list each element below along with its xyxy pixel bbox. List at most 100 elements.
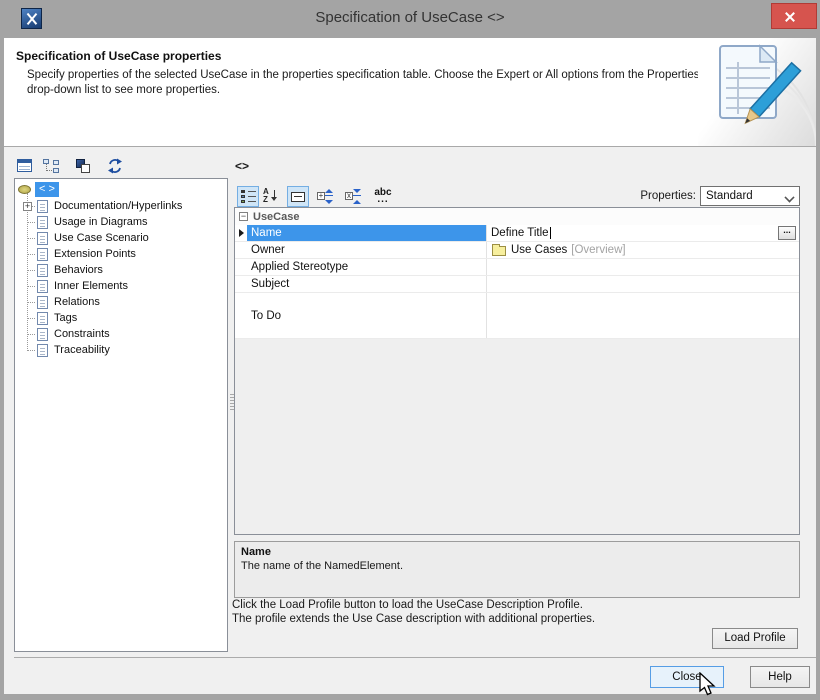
document-icon bbox=[37, 328, 48, 341]
property-value-owner[interactable]: Use Cases [Overview] bbox=[486, 242, 799, 258]
categorized-view-button[interactable] bbox=[237, 186, 259, 207]
refresh-button[interactable] bbox=[105, 156, 127, 177]
properties-label: Properties: bbox=[564, 190, 696, 202]
tree-item-label: Extension Points bbox=[54, 248, 136, 260]
properties-table: − UseCase Name Define Title ... Owner Us… bbox=[234, 207, 800, 535]
tree-item-relations[interactable]: Relations bbox=[15, 294, 227, 310]
expand-nodes-button[interactable]: + bbox=[315, 186, 337, 207]
property-label[interactable]: Subject bbox=[247, 276, 486, 292]
row-marker bbox=[235, 242, 247, 258]
dialog-content: Specification of UseCase properties Spec… bbox=[4, 38, 816, 694]
property-row-owner[interactable]: Owner Use Cases [Overview] bbox=[235, 242, 799, 259]
tree-view-icon bbox=[43, 159, 59, 173]
property-label[interactable]: To Do bbox=[247, 293, 486, 338]
clone-window-icon bbox=[75, 159, 91, 174]
owner-value-text: Use Cases bbox=[511, 244, 567, 256]
property-value-subject[interactable] bbox=[486, 276, 799, 292]
tree-view-button[interactable] bbox=[40, 156, 62, 177]
row-marker bbox=[235, 259, 247, 275]
show-full-values-button[interactable]: abc... bbox=[371, 186, 395, 207]
tree-root-item[interactable]: < > bbox=[18, 182, 59, 197]
show-description-button[interactable] bbox=[287, 186, 309, 207]
row-marker bbox=[235, 225, 247, 241]
document-icon bbox=[37, 248, 48, 261]
property-label[interactable]: Owner bbox=[247, 242, 486, 258]
collapse-nodes-button[interactable]: x bbox=[343, 186, 365, 207]
show-description-icon bbox=[291, 192, 305, 202]
help-button[interactable]: Help bbox=[750, 666, 810, 688]
tree-item-constraints[interactable]: Constraints bbox=[15, 326, 227, 342]
row-marker bbox=[235, 276, 247, 292]
chevron-down-icon bbox=[781, 187, 799, 205]
document-pencil-icon bbox=[698, 38, 816, 146]
clone-window-button[interactable] bbox=[73, 156, 95, 177]
row-marker bbox=[235, 293, 247, 338]
name-value-text[interactable]: Define Title bbox=[491, 227, 549, 239]
property-row-to-do[interactable]: To Do bbox=[235, 293, 799, 339]
open-editor-button[interactable]: ... bbox=[778, 226, 796, 240]
table-view-button[interactable] bbox=[14, 156, 36, 177]
tree-item-inner-elements[interactable]: Inner Elements bbox=[15, 278, 227, 294]
tree-item-documentation[interactable]: + Documentation/Hyperlinks bbox=[15, 198, 227, 214]
specification-tree[interactable]: < > + Documentation/Hyperlinks Usage in … bbox=[14, 178, 228, 652]
folder-icon bbox=[492, 246, 506, 256]
owner-value-suffix: [Overview] bbox=[571, 244, 625, 256]
table-view-icon bbox=[17, 159, 32, 172]
alphabetical-sort-button[interactable]: AZ bbox=[261, 186, 283, 207]
header-description-line2: drop-down list to see more properties. bbox=[27, 84, 220, 96]
property-value-name[interactable]: Define Title ... bbox=[486, 225, 799, 241]
tree-item-label: Use Case Scenario bbox=[54, 232, 149, 244]
alphabetical-sort-icon: AZ bbox=[263, 188, 279, 203]
collapse-group-icon[interactable]: − bbox=[239, 212, 248, 221]
tree-items: + Documentation/Hyperlinks Usage in Diag… bbox=[15, 198, 227, 358]
tree-item-traceability[interactable]: Traceability bbox=[15, 342, 227, 358]
tree-item-label: Constraints bbox=[54, 328, 110, 340]
expand-icon[interactable]: + bbox=[23, 202, 32, 211]
tree-root-label: < > bbox=[35, 182, 59, 197]
tree-item-label: Inner Elements bbox=[54, 280, 128, 292]
expand-nodes-icon: + bbox=[317, 189, 335, 204]
tree-item-behaviors[interactable]: Behaviors bbox=[15, 262, 227, 278]
header-description-line1: Specify properties of the selected UseCa… bbox=[27, 69, 699, 81]
property-value-applied-stereotype[interactable] bbox=[486, 259, 799, 275]
selected-element-label: <> bbox=[235, 159, 249, 173]
document-icon bbox=[37, 216, 48, 229]
property-label[interactable]: Applied Stereotype bbox=[247, 259, 486, 275]
property-row-subject[interactable]: Subject bbox=[235, 276, 799, 293]
tree-item-label: Behaviors bbox=[54, 264, 103, 276]
tree-item-label: Tags bbox=[54, 312, 77, 324]
window-close-button[interactable] bbox=[771, 3, 817, 29]
load-profile-button[interactable]: Load Profile bbox=[712, 628, 798, 649]
property-description-panel: Name The name of the NamedElement. bbox=[234, 541, 800, 598]
titlebar[interactable]: Specification of UseCase <> bbox=[0, 0, 820, 38]
categorized-view-icon bbox=[241, 190, 256, 203]
property-row-applied-stereotype[interactable]: Applied Stereotype bbox=[235, 259, 799, 276]
document-icon bbox=[37, 296, 48, 309]
property-group-header[interactable]: − UseCase bbox=[235, 208, 799, 225]
properties-mode-select[interactable]: Standard bbox=[700, 186, 800, 206]
tree-item-use-case-scenario[interactable]: Use Case Scenario bbox=[15, 230, 227, 246]
header-artwork bbox=[698, 38, 816, 146]
tree-item-usage-in-diagrams[interactable]: Usage in Diagrams bbox=[15, 214, 227, 230]
collapse-nodes-icon: x bbox=[345, 189, 363, 204]
mouse-cursor bbox=[696, 672, 716, 698]
document-icon bbox=[37, 232, 48, 245]
load-profile-hint-line2: The profile extends the Use Case descrip… bbox=[232, 613, 595, 625]
property-description-title: Name bbox=[241, 546, 793, 558]
refresh-icon bbox=[107, 158, 123, 174]
specification-dialog: Specification of UseCase <> Specificatio… bbox=[0, 0, 820, 700]
load-profile-hint-line1: Click the Load Profile button to load th… bbox=[232, 599, 583, 611]
show-full-values-icon: abc... bbox=[373, 188, 393, 204]
document-icon bbox=[37, 344, 48, 357]
tree-item-label: Relations bbox=[54, 296, 100, 308]
document-icon bbox=[37, 280, 48, 293]
property-value-to-do[interactable] bbox=[486, 293, 799, 338]
property-row-name[interactable]: Name Define Title ... bbox=[235, 225, 799, 242]
tree-item-tags[interactable]: Tags bbox=[15, 310, 227, 326]
document-icon bbox=[37, 312, 48, 325]
property-description-text: The name of the NamedElement. bbox=[241, 560, 793, 572]
property-label[interactable]: Name bbox=[247, 225, 486, 241]
tree-item-extension-points[interactable]: Extension Points bbox=[15, 246, 227, 262]
usecase-oval-icon bbox=[18, 185, 31, 194]
dialog-header: Specification of UseCase properties Spec… bbox=[4, 38, 816, 147]
